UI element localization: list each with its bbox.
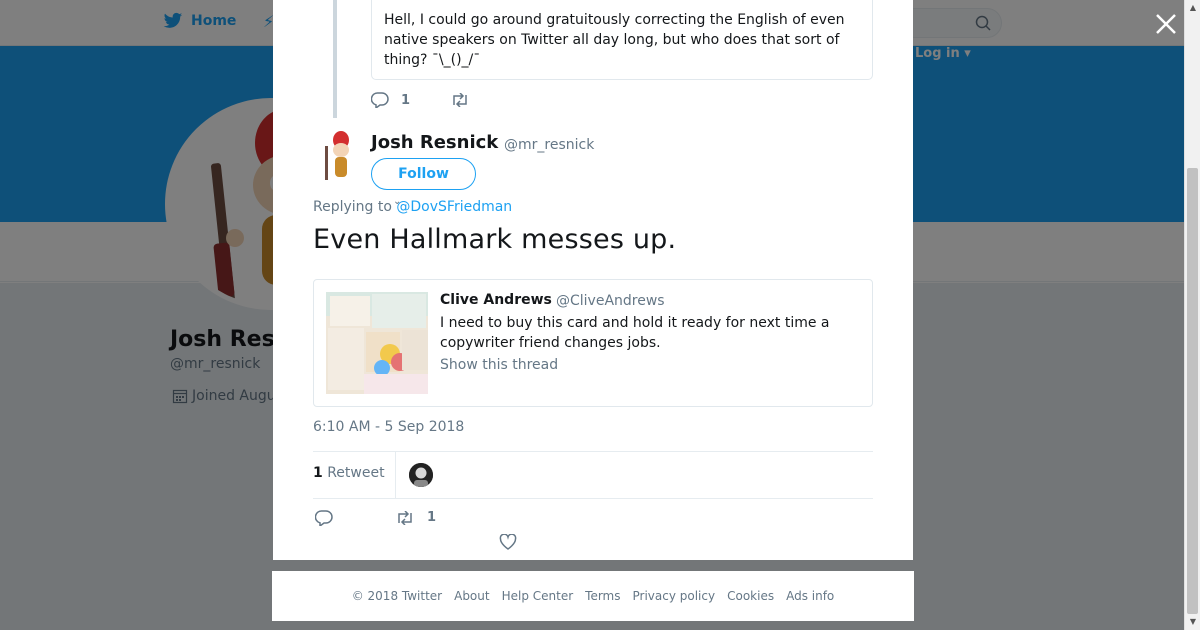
stats-divider [395,452,396,499]
quoted-author-handle: @CliveAndrews [556,293,665,309]
author-handle[interactable]: @mr_resnick [504,137,594,153]
footer-link-terms[interactable]: Terms [585,589,620,603]
scroll-down-arrow-icon[interactable]: ▼ [1185,614,1200,630]
like-button[interactable] [499,534,517,550]
tweet-modal: Hell, I could go around gratuitously cor… [273,0,913,560]
close-button[interactable] [1152,10,1180,38]
quoted-tweet-card[interactable]: Clive Andrews @CliveAndrews I need to bu… [313,279,873,407]
previous-tweet-actions: 1 [371,92,470,108]
retweeter-avatar[interactable] [409,463,433,487]
close-icon [1156,14,1176,34]
replying-to-mention[interactable]: @DovSFriedman [396,199,512,215]
quoted-tweet-text: I need to buy this card and hold it read… [440,315,830,351]
quoted-author-name: Clive Andrews [440,292,552,308]
previous-tweet-text: Hell, I could go around gratuitously cor… [384,12,845,68]
retweet-stat-label: Retweet [327,465,385,481]
heart-icon [499,534,517,550]
site-footer: © 2018 Twitter About Help Center Terms P… [272,571,914,621]
previous-reply-button[interactable]: 1 [371,92,410,108]
page-scrollbar[interactable]: ▲ ▼ [1184,0,1200,630]
replying-to-line: Replying to @DovSFriedman [313,199,512,215]
greeting-cards-photo [326,292,428,394]
scrollbar-thumb[interactable] [1187,168,1198,614]
replying-prefix: Replying to [313,199,392,215]
tweet-stats-row: 1 Retweet [313,451,873,499]
scroll-up-arrow-icon[interactable]: ▲ [1185,0,1200,16]
footer-link-about[interactable]: About [454,589,489,603]
author-avatar[interactable] [319,130,355,182]
quoted-tweet-image [326,292,428,394]
follow-button[interactable]: Follow [371,158,476,190]
tweet-timestamp[interactable]: 6:10 AM - 5 Sep 2018 [313,419,464,435]
footer-copyright: © 2018 Twitter [351,589,443,603]
show-thread-link[interactable]: Show this thread [440,357,558,373]
previous-tweet-quote[interactable]: Hell, I could go around gratuitously cor… [371,0,873,80]
footer-link-help-center[interactable]: Help Center [502,589,574,603]
retweet-action-count: 1 [427,510,437,525]
footer-link-ads-info[interactable]: Ads info [786,589,834,603]
retweeter-photo [409,463,433,487]
retweet-button[interactable]: 1 [395,510,436,525]
reply-icon [315,510,333,526]
tweet-actions: 1 [313,510,873,554]
tweet-text: Even Hallmark messes up. [313,224,677,255]
tweet-author-row: Josh Resnick @mr_resnick Follow [313,128,873,190]
footer-link-privacy[interactable]: Privacy policy [633,589,716,603]
thread-connector-line [333,0,337,118]
previous-reply-count: 1 [401,92,411,108]
reply-button[interactable] [315,510,333,526]
retweet-icon [453,93,467,107]
reply-icon [371,92,389,108]
retweet-icon [398,510,412,525]
author-name[interactable]: Josh Resnick [371,132,498,153]
retweet-stat[interactable]: 1 Retweet [313,465,385,481]
retweet-stat-count: 1 [313,465,323,481]
footer-link-cookies[interactable]: Cookies [727,589,774,603]
previous-retweet-button[interactable] [450,93,470,107]
